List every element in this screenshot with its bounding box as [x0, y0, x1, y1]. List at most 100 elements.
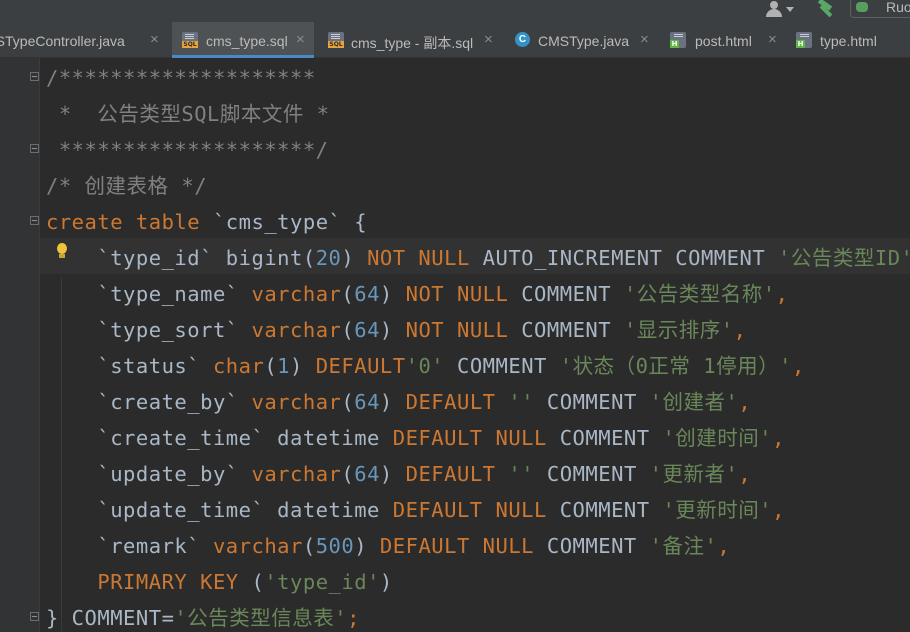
code-token: PRIMARY KEY	[46, 570, 252, 594]
close-icon[interactable]: ×	[768, 31, 777, 48]
code-token: } COMMENT=	[46, 606, 175, 630]
code-token: 64	[354, 390, 380, 414]
code-token: 'type_id'	[264, 570, 380, 594]
tab-cms-type-sql[interactable]: SQL cms_type.sql ×	[172, 22, 314, 58]
code-token: (	[341, 462, 355, 486]
code-token: COMMENT	[508, 282, 624, 306]
code-token: /********************	[46, 66, 316, 90]
code-token: )	[290, 354, 316, 378]
code-line[interactable]: `create_by` varchar(64) DEFAULT '' COMME…	[46, 384, 751, 420]
run-config-label: Ruo	[886, 0, 910, 15]
code-line[interactable]: /* 创建表格 */	[46, 168, 207, 204]
close-icon[interactable]: ×	[484, 31, 493, 48]
code-token: `create_by`	[46, 390, 252, 414]
code-token: ,	[738, 462, 752, 486]
code-editor[interactable]: /******************** * 公告类型SQL脚本文件 * **…	[0, 58, 910, 632]
code-token: COMMENT	[546, 498, 663, 522]
code-token: DEFAULT NULL	[392, 426, 547, 450]
fold-marker-icon[interactable]	[30, 72, 39, 81]
code-token: '更新者'	[649, 462, 739, 486]
code-token: (	[341, 282, 355, 306]
code-line[interactable]: ********************/	[46, 132, 329, 168]
tab-cms-type-copy-sql[interactable]: SQL cms_type - 副本.sql ×	[318, 22, 506, 58]
code-token: ,	[717, 534, 731, 558]
user-account-icon[interactable]	[764, 0, 798, 20]
code-token: )	[379, 462, 406, 486]
fold-marker-icon[interactable]	[30, 216, 39, 225]
java-class-icon: C	[515, 32, 530, 47]
code-token: DEFAULT NULL	[392, 498, 547, 522]
code-token: )	[354, 534, 380, 558]
tab-label: post.html	[695, 33, 752, 49]
build-hammer-icon[interactable]	[814, 0, 838, 20]
close-icon[interactable]: ×	[640, 31, 649, 48]
code-token: '备注'	[649, 534, 718, 558]
code-token: AUTO_INCREMENT COMMENT	[469, 246, 779, 270]
tab-cmstype-java[interactable]: C CMSType.java ×	[508, 22, 658, 58]
run-configuration-selector[interactable]: Ruo	[850, 0, 910, 18]
code-token: COMMENT	[444, 354, 560, 378]
code-token: COMMENT	[534, 534, 650, 558]
code-token: varchar	[251, 390, 342, 414]
code-token: `type_id` bigint(	[46, 246, 316, 270]
code-line[interactable]: /********************	[46, 60, 316, 96]
close-icon[interactable]: ×	[296, 31, 305, 48]
tab-label: CMSType.java	[538, 33, 630, 49]
code-token: /* 创建表格 */	[46, 174, 208, 198]
code-token: varchar	[251, 282, 342, 306]
code-token: DEFAULT	[405, 390, 496, 414]
code-token: char	[212, 354, 265, 378]
code-line[interactable]: `update_time` datetime DEFAULT NULL COMM…	[46, 492, 785, 528]
code-line[interactable]: `update_by` varchar(64) DEFAULT '' COMME…	[46, 456, 751, 492]
code-token: '显示排序'	[623, 318, 734, 342]
code-token: )	[379, 570, 393, 594]
code-token: DEFAULT	[405, 462, 496, 486]
tab-label: cms_type - 副本.sql	[351, 35, 474, 51]
code-token: DEFAULT NULL	[379, 534, 535, 558]
code-token: )	[379, 282, 406, 306]
code-token: ,	[775, 282, 789, 306]
code-token: )	[379, 318, 406, 342]
code-token: (	[251, 570, 265, 594]
code-line[interactable]: `type_id` bigint(20) NOT NULL AUTO_INCRE…	[46, 240, 910, 276]
code-token: )	[379, 390, 406, 414]
code-token: '公告类型名称'	[623, 282, 776, 306]
fold-marker-icon[interactable]	[30, 612, 39, 621]
code-token: ,	[772, 498, 785, 522]
tab-type-html[interactable]: H type.html	[788, 22, 910, 58]
code-line[interactable]: * 公告类型SQL脚本文件 *	[46, 96, 330, 132]
code-line[interactable]: create table `cms_type` {	[46, 204, 367, 240]
code-token: COMMENT	[508, 318, 624, 342]
code-token: '公告类型ID'	[778, 246, 910, 270]
code-token: ,	[738, 390, 752, 414]
code-line[interactable]: `remark` varchar(500) DEFAULT NULL COMME…	[46, 528, 730, 564]
code-line[interactable]: } COMMENT='公告类型信息表';	[46, 600, 360, 632]
code-token: (	[302, 534, 316, 558]
code-token: '公告类型信息表'	[174, 606, 348, 630]
code-line[interactable]: `create_time` datetime DEFAULT NULL COMM…	[46, 420, 785, 456]
tab-label: cms_type.sql	[206, 33, 288, 49]
close-icon[interactable]: ×	[150, 31, 159, 48]
code-token: 20	[315, 246, 342, 270]
code-token: NOT NULL	[367, 246, 470, 270]
code-token: 1	[277, 354, 291, 378]
code-line[interactable]: `status` char(1) DEFAULT'0' COMMENT '状态（…	[46, 348, 805, 384]
code-line[interactable]: `type_name` varchar(64) NOT NULL COMMENT…	[46, 276, 788, 312]
code-token: ,	[791, 354, 805, 378]
fold-marker-icon[interactable]	[30, 144, 39, 153]
tab-mstypecontroller-java[interactable]: MSTypeController.java ×	[0, 22, 170, 58]
top-toolbar: Ruo	[0, 0, 910, 22]
tab-post-html[interactable]: H post.html ×	[662, 22, 786, 58]
code-token: `update_time` datetime	[46, 498, 393, 522]
code-token: `create_time` datetime	[46, 426, 393, 450]
chevron-down-icon	[786, 7, 794, 12]
code-token: `type_name`	[46, 282, 252, 306]
code-token: '状态（0正常 1停用）'	[559, 354, 792, 378]
code-token: `remark`	[46, 534, 213, 558]
code-token: (	[264, 354, 278, 378]
code-line[interactable]: PRIMARY KEY ('type_id')	[46, 564, 393, 600]
editor-tab-strip: MSTypeController.java × SQL cms_type.sql…	[0, 22, 910, 58]
code-line[interactable]: `type_sort` varchar(64) NOT NULL COMMENT…	[46, 312, 746, 348]
code-token: varchar	[251, 462, 342, 486]
